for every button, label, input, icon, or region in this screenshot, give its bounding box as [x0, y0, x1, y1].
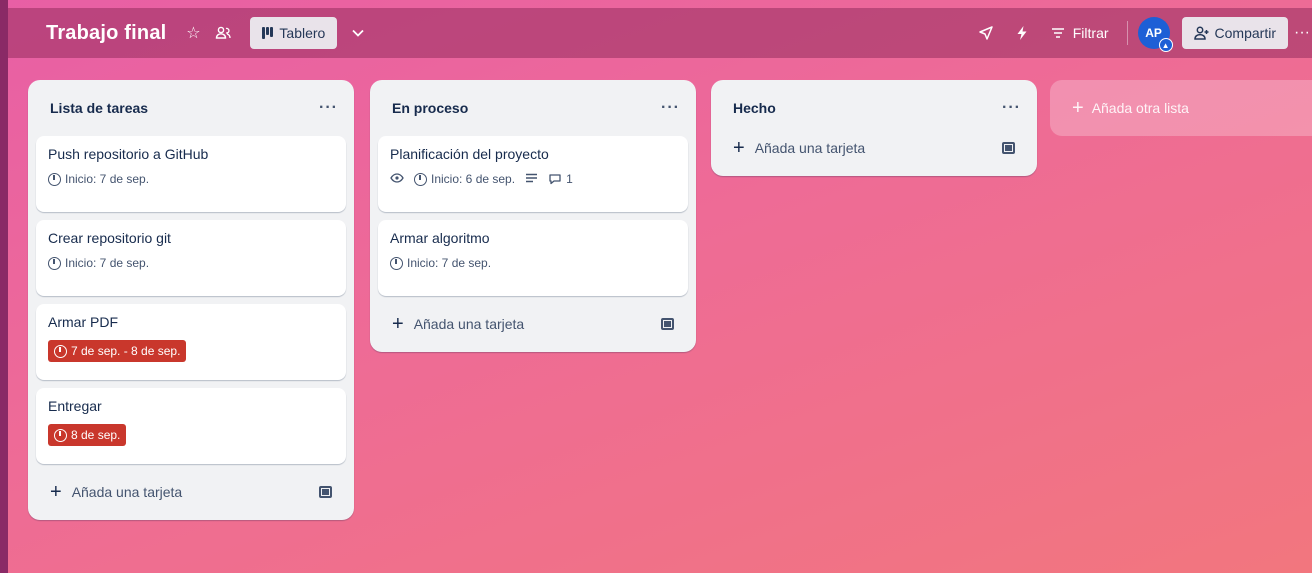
card[interactable]: Push repositorio a GitHub Inicio: 7 de s…: [36, 136, 346, 212]
card-title: Entregar: [48, 398, 102, 414]
card[interactable]: Crear repositorio git Inicio: 7 de sep.: [36, 220, 346, 296]
board-icon: [262, 27, 274, 39]
list-title[interactable]: Hecho: [733, 100, 776, 116]
board-view-button[interactable]: Tablero: [250, 17, 338, 49]
date-text: 7 de sep. - 8 de sep.: [71, 344, 181, 358]
clock-icon: [414, 172, 427, 186]
power-ups-icon[interactable]: [971, 18, 1001, 48]
card-badges: Inicio: 7 de sep.: [48, 256, 334, 270]
share-button[interactable]: Compartir: [1181, 17, 1288, 49]
template-icon[interactable]: [1002, 142, 1015, 154]
people-icon: [216, 26, 232, 39]
description-icon: [525, 172, 538, 186]
automation-icon[interactable]: [1007, 18, 1037, 48]
view-label: Tablero: [279, 25, 326, 41]
date-text: 8 de sep.: [71, 428, 121, 442]
add-list-label: Añada otra lista: [1091, 100, 1189, 116]
start-date-badge: Inicio: 7 de sep.: [390, 256, 491, 270]
card-badges: Inicio: 7 de sep.: [390, 256, 676, 270]
card-title: Planificación del proyecto: [390, 146, 549, 162]
template-icon[interactable]: [661, 318, 674, 330]
clock-icon: [48, 172, 61, 186]
list-lista-de-tareas: Lista de tareas ··· Push repositorio a G…: [28, 80, 354, 520]
list-menu-icon[interactable]: ···: [319, 99, 338, 117]
card[interactable]: Entregar 8 de sep.: [36, 388, 346, 464]
list-header: Hecho ···: [719, 88, 1029, 128]
date-text: Inicio: 7 de sep.: [65, 172, 150, 186]
clock-icon: [48, 256, 61, 270]
board-header: Trabajo final ☆ Tablero Filtrar AP ▲ Com…: [8, 8, 1312, 58]
window-edge: [0, 0, 8, 573]
add-card-label: Añada una tarjeta: [413, 316, 525, 332]
card[interactable]: Armar algoritmo Inicio: 7 de sep.: [378, 220, 688, 296]
card-badges: 8 de sep.: [48, 424, 334, 446]
add-card-label: Añada una tarjeta: [754, 140, 866, 156]
card-title: Armar PDF: [48, 314, 118, 330]
list-title[interactable]: En proceso: [392, 100, 468, 116]
add-card-button[interactable]: + Añada una tarjeta: [378, 304, 688, 344]
share-label: Compartir: [1214, 25, 1276, 41]
card-title: Armar algoritmo: [390, 230, 490, 246]
add-list-button[interactable]: + Añada otra lista: [1050, 80, 1312, 136]
filter-label: Filtrar: [1072, 25, 1109, 41]
due-date-badge[interactable]: 7 de sep. - 8 de sep.: [48, 340, 187, 362]
divider: [1126, 21, 1128, 45]
list-hecho: Hecho ··· + Añada una tarjeta: [711, 80, 1037, 176]
card-badges: Inicio: 7 de sep.: [48, 172, 334, 186]
add-member-icon: [1193, 26, 1209, 40]
board-title[interactable]: Trabajo final: [46, 22, 166, 45]
template-icon[interactable]: [319, 486, 332, 498]
clock-icon: [54, 344, 67, 358]
comment-icon: [549, 174, 561, 185]
add-card-button[interactable]: + Añada una tarjeta: [719, 128, 1029, 168]
clock-icon: [390, 256, 403, 270]
plus-icon: +: [50, 481, 62, 503]
more-icon[interactable]: ···: [1294, 24, 1308, 42]
comment-count: 1: [566, 172, 573, 186]
list-menu-icon[interactable]: ···: [1002, 99, 1021, 117]
plus-icon: +: [392, 313, 404, 335]
card[interactable]: Planificación del proyecto Inicio: 6 de …: [378, 136, 688, 212]
list-menu-icon[interactable]: ···: [661, 99, 680, 117]
comments-badge: 1: [548, 172, 573, 186]
clock-icon: [54, 428, 67, 442]
card-badges: Inicio: 6 de sep. 1: [390, 172, 676, 186]
admin-badge-icon: ▲: [1158, 38, 1173, 52]
eye-icon: [390, 172, 404, 186]
plus-icon: +: [733, 137, 745, 159]
date-text: Inicio: 7 de sep.: [407, 256, 492, 270]
add-card-label: Añada una tarjeta: [71, 484, 183, 500]
start-date-badge: Inicio: 6 de sep.: [414, 172, 515, 186]
card-title: Crear repositorio git: [48, 230, 171, 246]
avatar-initials: AP: [1145, 26, 1162, 40]
start-date-badge: Inicio: 7 de sep.: [48, 172, 149, 186]
list-header: En proceso ···: [378, 88, 688, 128]
due-date-badge[interactable]: 8 de sep.: [48, 424, 127, 446]
add-card-button[interactable]: + Añada una tarjeta: [36, 472, 346, 512]
chevron-down-icon[interactable]: [343, 18, 373, 48]
date-text: Inicio: 7 de sep.: [65, 256, 150, 270]
filter-button[interactable]: Filtrar: [1043, 25, 1117, 41]
list-en-proceso: En proceso ··· Planificación del proyect…: [370, 80, 696, 352]
start-date-badge: Inicio: 7 de sep.: [48, 256, 149, 270]
card[interactable]: Armar PDF 7 de sep. - 8 de sep.: [36, 304, 346, 380]
list-title[interactable]: Lista de tareas: [50, 100, 148, 116]
card-badges: 7 de sep. - 8 de sep.: [48, 340, 334, 362]
avatar[interactable]: AP ▲: [1137, 17, 1173, 52]
filter-icon: [1051, 28, 1064, 38]
date-text: Inicio: 6 de sep.: [431, 172, 516, 186]
plus-icon: +: [1072, 96, 1084, 119]
visibility-icon[interactable]: [208, 18, 238, 48]
card-title: Push repositorio a GitHub: [48, 146, 209, 162]
star-icon[interactable]: ☆: [178, 18, 208, 48]
list-header: Lista de tareas ···: [36, 88, 346, 128]
